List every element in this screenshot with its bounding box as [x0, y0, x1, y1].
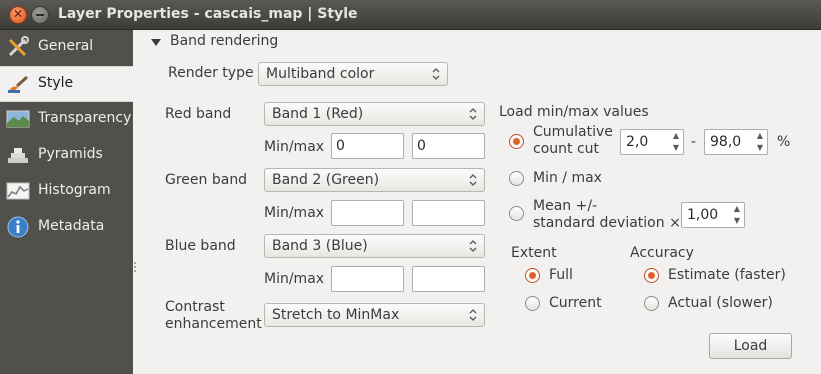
red-max-field[interactable]: 0	[412, 133, 485, 159]
collapse-arrow-icon[interactable]	[151, 39, 161, 46]
blue-max-field[interactable]	[412, 266, 485, 292]
extent-title: Extent	[511, 245, 557, 261]
green-band-label: Green band	[165, 172, 248, 188]
sidebar-item-label: Style	[38, 75, 74, 91]
spin-down-icon[interactable]: ▼	[730, 215, 744, 227]
range-separator: -	[691, 134, 697, 150]
sidebar-item-metadata[interactable]: Metadata	[0, 210, 133, 246]
minmax-label: Min / max	[533, 170, 602, 186]
sidebar-item-general[interactable]: General	[0, 30, 133, 66]
blue-band-label: Blue band	[165, 238, 236, 254]
sidebar: General Style Transparency Pyramids Hist…	[0, 30, 133, 374]
red-min-field[interactable]: 0	[331, 133, 404, 159]
cumulative-label-line2: count cut	[533, 141, 600, 157]
red-minmax-label: Min/max	[264, 139, 325, 155]
accuracy-actual-label: Actual (slower)	[668, 295, 773, 311]
stddev-label-line2: standard deviation ×	[533, 215, 681, 231]
accuracy-title: Accuracy	[630, 245, 694, 261]
spin-down-icon[interactable]: ▼	[669, 142, 683, 154]
combo-arrows-icon	[469, 240, 477, 252]
pyramids-icon	[8, 148, 28, 163]
extent-current-radio[interactable]	[525, 296, 540, 311]
sidebar-item-label: Histogram	[38, 182, 111, 198]
green-max-field[interactable]	[412, 200, 485, 226]
red-band-label: Red band	[165, 106, 232, 122]
contrast-enhancement-select[interactable]: Stretch to MinMax	[264, 303, 485, 327]
window-title: Layer Properties - cascais_map | Style	[58, 6, 358, 22]
minmax-radio[interactable]	[509, 171, 524, 186]
green-min-field[interactable]	[331, 200, 404, 226]
cumulative-count-cut-radio[interactable]	[509, 134, 524, 149]
green-band-select[interactable]: Band 2 (Green)	[264, 168, 485, 192]
contrast-label-line2: enhancement	[165, 316, 262, 332]
stddev-radio[interactable]	[509, 206, 524, 221]
render-type-select[interactable]: Multiband color	[258, 62, 448, 86]
sidebar-item-label: Transparency	[38, 110, 132, 126]
blue-minmax-label: Min/max	[264, 271, 325, 287]
splitter-handle[interactable]	[134, 262, 137, 276]
sidebar-item-pyramids[interactable]: Pyramids	[0, 138, 133, 174]
sidebar-item-label: Metadata	[38, 218, 105, 234]
combo-arrows-icon	[432, 68, 440, 80]
combo-arrows-icon	[469, 174, 477, 186]
render-type-label: Render type	[168, 65, 254, 81]
combo-arrows-icon	[469, 309, 477, 321]
cumulative-low-spinbox[interactable]: 2,0 ▲ ▼	[620, 129, 684, 155]
paintbrush-icon	[8, 75, 29, 93]
sidebar-item-style[interactable]: Style	[0, 66, 133, 102]
extent-full-radio[interactable]	[525, 268, 540, 283]
spin-down-icon[interactable]: ▼	[753, 142, 767, 154]
green-minmax-label: Min/max	[264, 205, 325, 221]
blue-min-field[interactable]	[331, 266, 404, 292]
sidebar-item-histogram[interactable]: Histogram	[0, 174, 133, 210]
minimize-window-button[interactable]	[31, 6, 49, 24]
close-window-button[interactable]	[9, 6, 27, 24]
blue-band-select[interactable]: Band 3 (Blue)	[264, 234, 485, 258]
cumulative-high-spinbox[interactable]: 98,0 ▲ ▼	[704, 129, 768, 155]
load-minmax-title: Load min/max values	[499, 104, 649, 120]
spin-up-icon[interactable]: ▲	[730, 203, 744, 215]
extent-current-label: Current	[549, 295, 602, 311]
spin-up-icon[interactable]: ▲	[753, 130, 767, 142]
wrench-icon	[8, 36, 29, 57]
histogram-icon	[6, 182, 30, 200]
cumulative-label-line1: Cumulative	[533, 124, 613, 140]
percent-unit: %	[777, 134, 791, 150]
sidebar-item-transparency[interactable]: Transparency	[0, 102, 133, 138]
sidebar-item-label: General	[38, 38, 94, 54]
sidebar-item-label: Pyramids	[38, 146, 103, 162]
contrast-label-line1: Contrast	[165, 299, 225, 315]
extent-full-label: Full	[549, 267, 573, 283]
accuracy-estimate-label: Estimate (faster)	[668, 267, 786, 283]
accuracy-actual-radio[interactable]	[644, 296, 659, 311]
section-title: Band rendering	[170, 33, 279, 49]
title-bar: Layer Properties - cascais_map | Style	[0, 0, 821, 30]
transparency-icon	[6, 110, 30, 128]
info-icon	[7, 216, 29, 238]
stddev-spinbox[interactable]: 1,00 ▲ ▼	[681, 202, 745, 228]
red-band-select[interactable]: Band 1 (Red)	[264, 102, 485, 126]
combo-arrows-icon	[469, 108, 477, 120]
load-button[interactable]: Load	[709, 333, 792, 359]
stddev-label-line1: Mean +/-	[533, 198, 598, 214]
accuracy-estimate-radio[interactable]	[644, 268, 659, 283]
spin-up-icon[interactable]: ▲	[669, 130, 683, 142]
